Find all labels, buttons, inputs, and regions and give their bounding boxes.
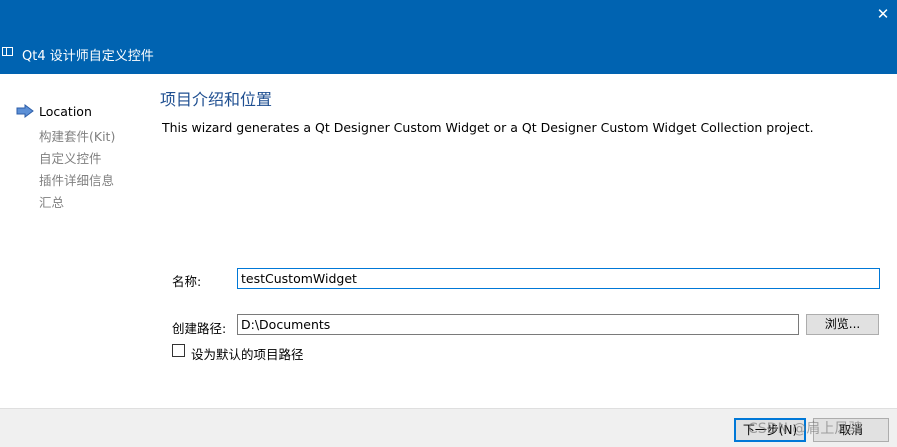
step-plugin-details: 插件详细信息 (39, 173, 115, 188)
step-location: Location (39, 104, 92, 119)
project-path-input[interactable] (237, 314, 799, 335)
name-label: 名称: (172, 274, 202, 289)
watermark: CSDN @肩上风骋 (748, 421, 863, 437)
default-path-checkbox[interactable] (172, 344, 185, 357)
step-summary: 汇总 (39, 195, 65, 210)
path-label: 创建路径: (172, 321, 227, 336)
page-description: This wizard generates a Qt Designer Cust… (162, 120, 814, 135)
close-button[interactable]: ✕ (869, 0, 897, 28)
close-icon: ✕ (876, 5, 890, 23)
default-path-label: 设为默认的项目路径 (191, 347, 304, 362)
step-custom-widget: 自定义控件 (39, 151, 102, 166)
step-kit: 构建套件(Kit) (39, 129, 116, 144)
wizard-window-icon (2, 47, 13, 56)
browse-button[interactable]: 浏览... (806, 314, 879, 335)
page-title: 项目介绍和位置 (160, 90, 273, 109)
current-step-arrow-icon (16, 104, 34, 118)
window-title: Qt4 设计师自定义控件 (22, 49, 154, 64)
project-name-input[interactable] (237, 268, 880, 289)
title-bar: ✕ Qt4 设计师自定义控件 (0, 0, 897, 74)
